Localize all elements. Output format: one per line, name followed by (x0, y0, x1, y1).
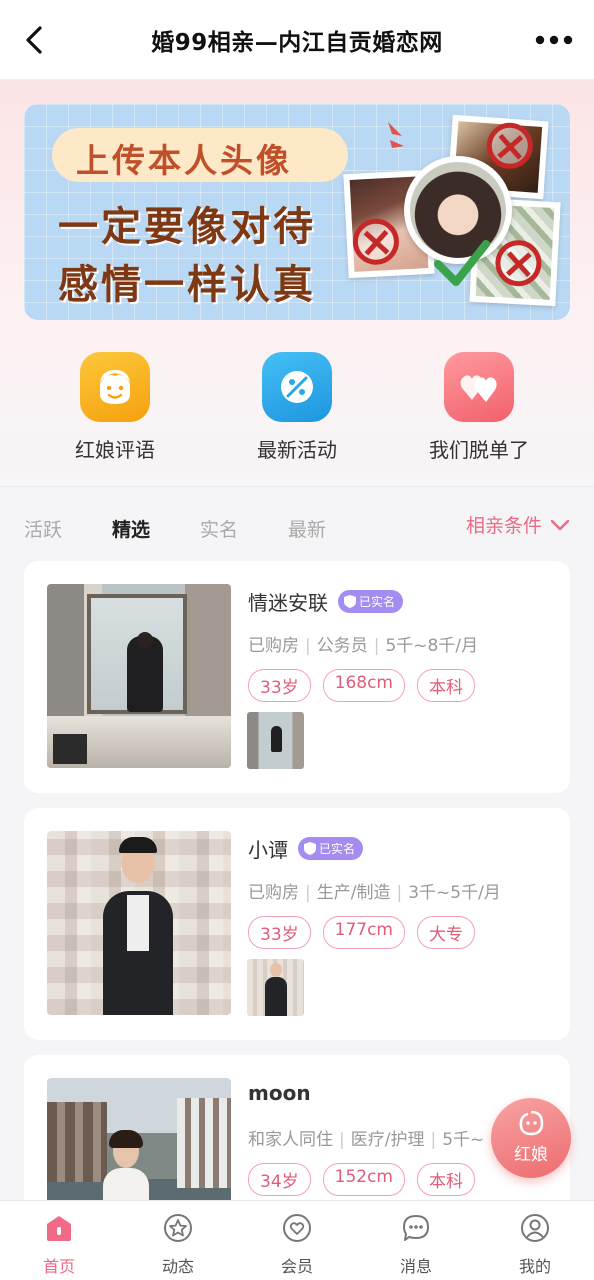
filter-tabs-bar: 活跃 精选 实名 最新 相亲条件 (0, 486, 594, 560)
match-criteria-dropdown[interactable]: 相亲条件 (466, 511, 570, 538)
age-tag: 33岁 (248, 669, 311, 702)
profile-info: 已购房 | 生产/制造 | 3千~5千/月 (248, 883, 501, 903)
profile-name-row: moon (248, 1081, 311, 1105)
profile-name-row: 情迷安联 已实名 (248, 587, 404, 616)
back-arrow-icon[interactable] (18, 22, 54, 58)
profile-card[interactable]: 小谭 已实名 已购房 | 生产/制造 | 3千~5千/月 33岁 177cm 大专 (24, 808, 570, 1040)
star-circle-icon (164, 1214, 192, 1242)
banner-line-1: 上传本人头像 (76, 141, 292, 180)
shield-icon (344, 595, 356, 608)
age-tag: 33岁 (248, 916, 311, 949)
check-mark-icon (434, 240, 490, 286)
bottom-nav: 首页 动态 会员 消息 我的 (0, 1200, 594, 1280)
profile-thumbnail[interactable] (247, 959, 304, 1016)
activity-icon (262, 352, 332, 422)
height-tag: 168cm (322, 669, 405, 702)
banner-line-2: 一定要像对待 (58, 204, 316, 250)
height-tag: 177cm (322, 916, 405, 949)
chat-bubble-icon (403, 1215, 429, 1241)
tab-verified[interactable]: 实名 (200, 515, 238, 542)
matchmaker-face-icon (519, 1110, 544, 1136)
profile-tags: 33岁 168cm 本科 (248, 669, 475, 702)
shield-icon (304, 842, 316, 855)
match-criteria-label: 相亲条件 (465, 515, 542, 537)
matchmaker-face-icon (80, 352, 150, 422)
tab-newest[interactable]: 最新 (288, 515, 326, 542)
quick-link-latest-activities[interactable]: 最新活动 (207, 352, 387, 463)
tab-active[interactable]: 活跃 (24, 515, 62, 542)
education-tag: 本科 (417, 669, 475, 702)
verified-badge: 已实名 (298, 837, 364, 860)
profile-info: 已购房 | 公务员 | 5千~8千/月 (248, 636, 479, 656)
nav-membership[interactable]: 会员 (238, 1213, 356, 1277)
nav-home[interactable]: 首页 (0, 1213, 118, 1277)
profile-name: moon (248, 1081, 311, 1105)
quick-link-matchmaker-comments[interactable]: 红娘评语 (25, 352, 205, 463)
education-tag: 本科 (417, 1163, 475, 1196)
matchmaker-float-button[interactable]: 红娘 (491, 1098, 571, 1178)
height-tag: 152cm (322, 1163, 405, 1196)
upload-avatar-banner[interactable]: 上传本人头像 一定要像对待 感情一样认真 (24, 104, 570, 320)
page-title: 婚99相亲—内江自贡婚恋网 (151, 29, 443, 56)
quick-link-label: 最新活动 (257, 438, 337, 462)
profile-card[interactable]: 情迷安联 已实名 已购房 | 公务员 | 5千~8千/月 33岁 168cm 本科 (24, 561, 570, 793)
profile-tags: 34岁 152cm 本科 (248, 1163, 475, 1196)
nav-moments[interactable]: 动态 (119, 1213, 237, 1277)
quick-link-label: 我们脱单了 (429, 438, 529, 462)
profile-info: 和家人同住 | 医疗/护理 | 5千~ (248, 1130, 485, 1150)
nav-messages[interactable]: 消息 (357, 1213, 475, 1277)
education-tag: 大专 (417, 916, 475, 949)
profile-thumbnail[interactable] (247, 712, 304, 769)
age-tag: 34岁 (248, 1163, 311, 1196)
heart-circle-icon (283, 1214, 311, 1242)
user-circle-icon (521, 1214, 549, 1242)
chevron-down-icon (550, 519, 570, 530)
quick-link-label: 红娘评语 (75, 438, 155, 462)
banner-line-3: 感情一样认真 (58, 262, 316, 308)
profile-photo[interactable] (47, 831, 231, 1015)
profile-name-row: 小谭 已实名 (248, 834, 364, 863)
profile-photo[interactable] (47, 584, 231, 768)
home-icon (47, 1216, 71, 1241)
nav-profile[interactable]: 我的 (476, 1213, 594, 1277)
profile-name: 小谭 (248, 838, 288, 862)
tab-featured[interactable]: 精选 (112, 515, 150, 545)
sparkle-icon (388, 122, 404, 148)
quick-link-success-stories[interactable]: 我们脱单了 (389, 352, 569, 463)
matchmaker-label: 红娘 (514, 1145, 548, 1165)
more-options-icon[interactable] (534, 28, 574, 52)
verified-badge: 已实名 (338, 590, 404, 613)
profile-tags: 33岁 177cm 大专 (248, 916, 475, 949)
hearts-icon (444, 352, 514, 422)
app-header: 婚99相亲—内江自贡婚恋网 (0, 0, 594, 80)
profile-name: 情迷安联 (248, 591, 328, 615)
